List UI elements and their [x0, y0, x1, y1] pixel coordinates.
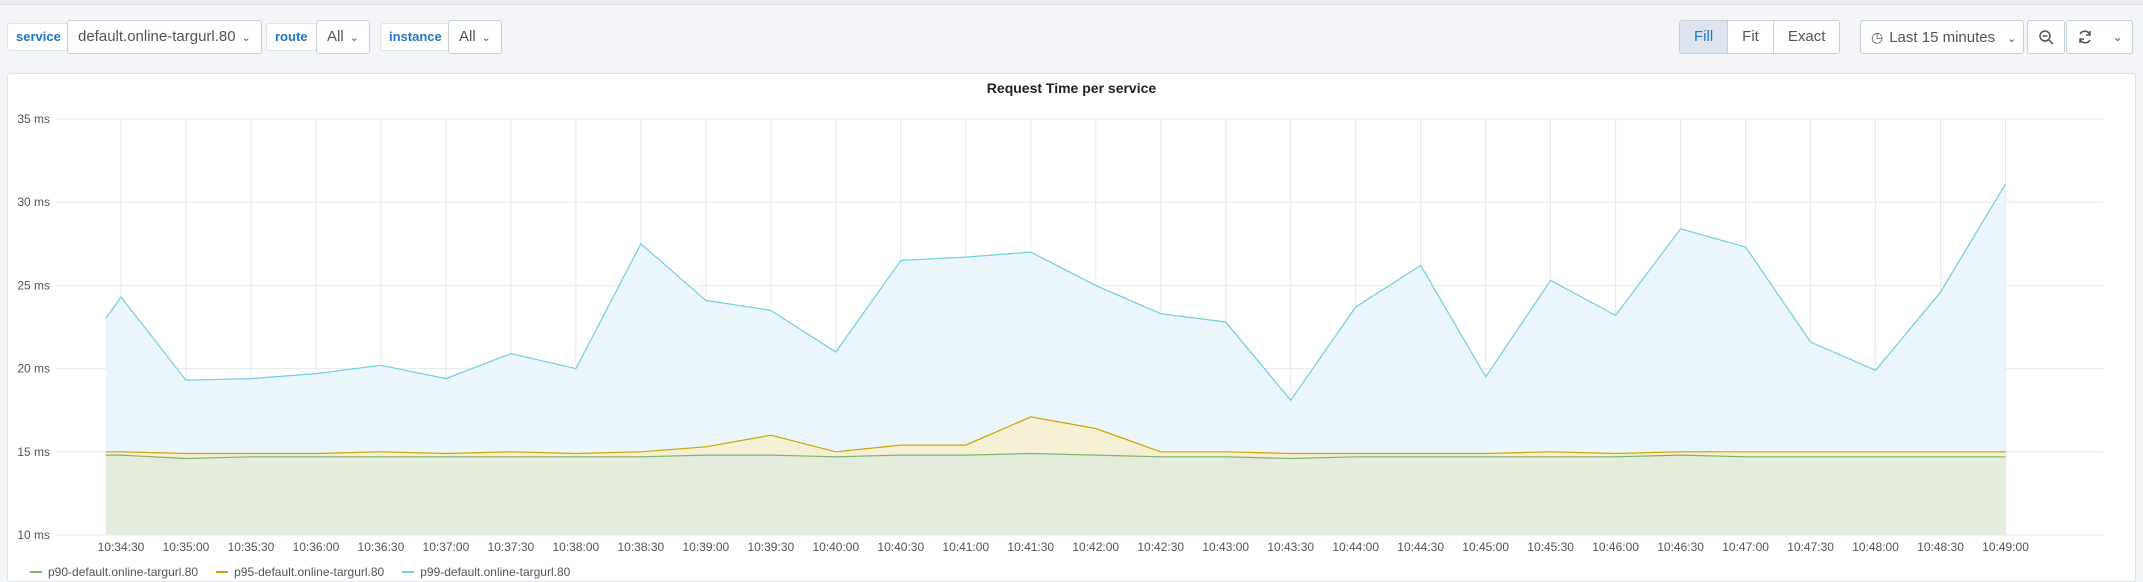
request-time-chart[interactable]: 10 ms 15 ms 20 ms 25 ms 30 ms 35 ms 10:34:30 10… — [8, 74, 2137, 560]
x-tick-label: 10:44:30 — [1397, 540, 1444, 554]
exact-button[interactable]: Exact — [1773, 21, 1840, 53]
x-tick-label: 10:48:00 — [1852, 540, 1899, 554]
service-select-value: default.online-targurl.80 — [78, 28, 236, 45]
route-variable-label: route — [266, 23, 317, 51]
zoom-out-button[interactable] — [2027, 20, 2065, 54]
legend-swatch — [216, 571, 229, 573]
series-area-p90-default.online-targurl.80 — [105, 453, 2006, 535]
instance-select[interactable]: All ⌄ — [448, 20, 502, 54]
refresh-icon — [2079, 30, 2091, 44]
legend-item[interactable]: p99-default.online-targurl.80 — [402, 562, 570, 582]
legend-swatch — [402, 571, 415, 573]
variables-toolbar: service default.online-targurl.80 ⌄ route… — [0, 14, 2143, 60]
x-tick-label: 10:44:00 — [1332, 540, 1379, 554]
chevron-down-icon: ⌄ — [349, 32, 359, 44]
legend-item[interactable]: p95-default.online-targurl.80 — [216, 562, 384, 582]
fit-button[interactable]: Fit — [1728, 21, 1774, 53]
x-tick-label: 10:39:30 — [747, 540, 794, 554]
x-tick-label: 10:45:00 — [1462, 540, 1509, 554]
x-tick-label: 10:34:30 — [98, 540, 145, 554]
x-tick-label: 10:48:30 — [1917, 540, 1964, 554]
chart-legend: p90-default.online-targurl.80 p95-default… — [8, 562, 570, 582]
x-tick-label: 10:41:30 — [1007, 540, 1054, 554]
y-tick-label: 35 ms — [17, 112, 50, 126]
graph-panel: Request Time per service 10 ms 15 ms 20 ms… — [7, 73, 2136, 582]
x-tick-label: 10:42:30 — [1137, 540, 1184, 554]
x-tick-label: 10:38:30 — [617, 540, 664, 554]
y-tick-label: 15 ms — [17, 445, 50, 459]
route-select-value: All — [327, 28, 344, 45]
y-tick-label: 30 ms — [17, 195, 50, 209]
y-tick-label: 10 ms — [17, 528, 50, 542]
x-tick-label: 10:43:00 — [1202, 540, 1249, 554]
legend-label: p99-default.online-targurl.80 — [420, 565, 571, 579]
instance-variable-label: instance — [380, 23, 451, 51]
x-tick-label: 10:46:00 — [1592, 540, 1639, 554]
x-tick-label: 10:47:00 — [1722, 540, 1769, 554]
legend-label: p90-default.online-targurl.80 — [48, 565, 199, 579]
x-tick-label: 10:43:30 — [1267, 540, 1314, 554]
refresh-interval-dropdown[interactable]: ⌄ — [2103, 20, 2133, 54]
chevron-down-icon: ⌄ — [241, 32, 251, 44]
chevron-down-icon: ⌄ — [2007, 33, 2017, 45]
service-select[interactable]: default.online-targurl.80 ⌄ — [67, 20, 262, 54]
x-tick-label: 10:38:00 — [553, 540, 600, 554]
x-tick-label: 10:37:30 — [488, 540, 535, 554]
legend-label: p95-default.online-targurl.80 — [234, 565, 385, 579]
x-tick-label: 10:35:00 — [163, 540, 210, 554]
y-tick-label: 20 ms — [17, 362, 50, 376]
legend-swatch — [30, 571, 42, 573]
x-tick-label: 10:36:00 — [293, 540, 340, 554]
route-select[interactable]: All ⌄ — [316, 20, 370, 54]
x-tick-label: 10:41:00 — [942, 540, 989, 554]
time-range-value: Last 15 minutes — [1889, 29, 1996, 46]
y-tick-label: 25 ms — [17, 278, 50, 292]
x-tick-label: 10:39:00 — [682, 540, 729, 554]
x-tick-label: 10:35:30 — [228, 540, 275, 554]
chevron-down-icon: ⌄ — [481, 32, 491, 44]
fill-button[interactable]: Fill — [1680, 21, 1729, 53]
x-tick-label: 10:49:00 — [1982, 540, 2029, 554]
top-border — [0, 0, 2143, 5]
scale-mode-group: Fill Fit Exact — [1679, 20, 1841, 54]
x-tick-label: 10:37:00 — [423, 540, 470, 554]
x-tick-label: 10:45:30 — [1527, 540, 1574, 554]
x-tick-label: 10:46:30 — [1657, 540, 1704, 554]
time-range-picker[interactable]: ◷ Last 15 minutes ⌄ — [1860, 20, 2024, 54]
x-tick-label: 10:40:00 — [812, 540, 859, 554]
clock-icon: ◷ — [1871, 29, 1884, 45]
x-tick-label: 10:47:30 — [1787, 540, 1834, 554]
x-tick-label: 10:36:30 — [358, 540, 405, 554]
zoom-out-icon — [2039, 30, 2054, 45]
service-variable-label: service — [7, 23, 70, 51]
instance-select-value: All — [459, 28, 476, 45]
x-tick-label: 10:42:00 — [1072, 540, 1119, 554]
chevron-down-icon: ⌄ — [2112, 30, 2123, 44]
legend-item[interactable]: p90-default.online-targurl.80 — [30, 562, 198, 582]
refresh-button[interactable] — [2066, 20, 2104, 54]
x-tick-label: 10:40:30 — [877, 540, 924, 554]
